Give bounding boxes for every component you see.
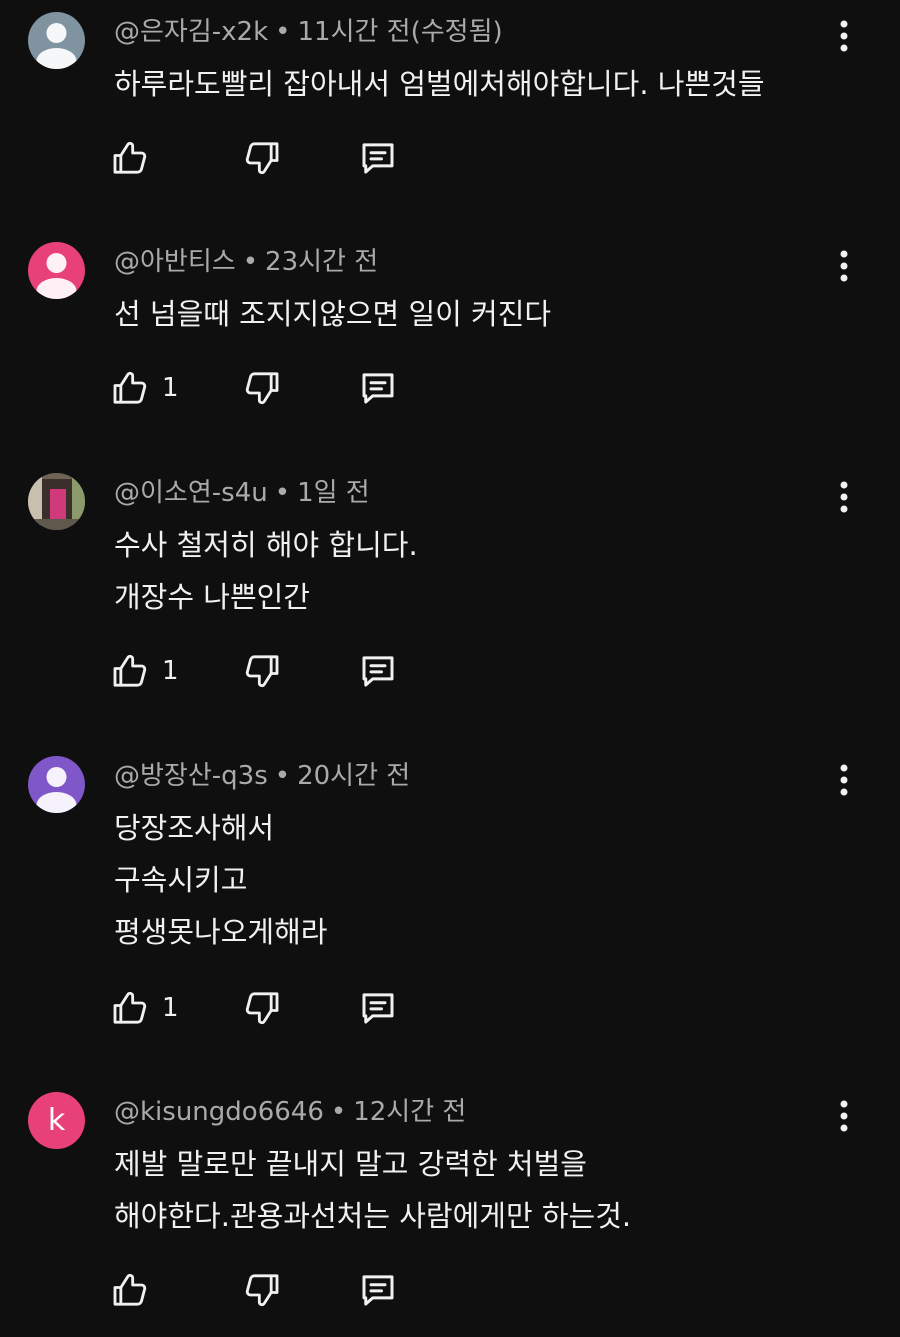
comment-time: 20시간 전 xyxy=(297,761,411,791)
more-options-button[interactable] xyxy=(828,760,860,800)
comment-meta: @방장산-q3s • 20시간 전 xyxy=(114,756,410,796)
like-count: 1 xyxy=(162,656,179,686)
thumb-down-icon xyxy=(245,372,279,405)
thumb-up-icon xyxy=(113,371,147,404)
comment-author[interactable]: @은자김-x2k xyxy=(114,17,268,47)
comment-reply-icon xyxy=(362,373,394,404)
comment-line: 수사 철저히 해야 합니다. xyxy=(114,528,418,562)
comment-text: 제발 말로만 끝내지 말고 강력한 처벌을 해야한다.관용과선처는 사람에게만 … xyxy=(114,1138,631,1242)
thumb-up-icon xyxy=(113,1273,147,1306)
comment-time: 23시간 전 xyxy=(265,247,379,277)
more-vertical-icon xyxy=(840,764,848,796)
comment-reply-icon xyxy=(362,993,394,1024)
avatar[interactable] xyxy=(28,473,85,530)
meta-separator: • xyxy=(275,17,291,47)
comment-text: 선 넘을때 조지지않으면 일이 커진다 xyxy=(114,288,551,340)
more-options-button[interactable] xyxy=(828,16,860,56)
comment-line: 당장조사해서 xyxy=(114,811,275,845)
comment-author[interactable]: @이소연-s4u xyxy=(114,478,268,508)
more-vertical-icon xyxy=(840,1100,848,1132)
like-button[interactable]: 1 xyxy=(110,364,179,412)
comment-time: 11시간 전(수정됨) xyxy=(297,17,503,47)
thumb-down-icon xyxy=(245,992,279,1025)
comment-line: 선 넘을때 조지지않으면 일이 커진다 xyxy=(114,297,552,331)
meta-separator: • xyxy=(330,1097,347,1127)
like-button[interactable]: 1 xyxy=(110,984,179,1032)
comment-line: 평생못나오게해라 xyxy=(114,915,328,949)
comment-text: 당장조사해서 구속시키고 평생못나오게해라 xyxy=(114,802,327,958)
comment-meta: @아반티스 • 23시간 전 xyxy=(114,242,378,282)
profile-photo-icon xyxy=(28,473,85,530)
meta-separator: • xyxy=(242,247,259,277)
comment-line: 제발 말로만 끝내지 말고 강력한 처벌을 xyxy=(114,1147,587,1181)
dislike-button[interactable] xyxy=(242,647,282,695)
person-icon xyxy=(36,253,77,299)
comment-reply-icon xyxy=(362,1275,394,1306)
comment-time: 12시간 전 xyxy=(353,1097,467,1127)
comment-author[interactable]: @아반티스 xyxy=(114,247,236,277)
avatar[interactable] xyxy=(28,12,85,69)
avatar[interactable] xyxy=(28,756,85,813)
comment-text: 하루라도빨리 잡아내서 엄벌에처해야합니다. 나쁜것들 xyxy=(114,58,765,110)
comment-reply-icon xyxy=(362,656,394,687)
thumb-down-icon xyxy=(245,142,279,175)
reply-button[interactable] xyxy=(357,984,399,1032)
thumb-down-icon xyxy=(245,655,279,688)
like-button[interactable] xyxy=(110,1266,162,1314)
comment-line: 구속시키고 xyxy=(114,863,248,897)
meta-separator: • xyxy=(274,478,291,508)
thumb-up-icon xyxy=(113,991,147,1024)
dislike-button[interactable] xyxy=(242,1266,282,1314)
more-options-button[interactable] xyxy=(828,1096,860,1136)
reply-button[interactable] xyxy=(357,134,399,182)
comment-author[interactable]: @방장산-q3s xyxy=(114,761,268,791)
comment-meta: @이소연-s4u • 1일 전 xyxy=(114,473,370,513)
thumb-up-icon xyxy=(113,654,147,687)
avatar-letter: k xyxy=(47,1103,66,1138)
avatar[interactable]: k xyxy=(28,1092,85,1149)
meta-separator: • xyxy=(274,761,291,791)
like-button[interactable]: 1 xyxy=(110,647,179,695)
thumb-up-icon xyxy=(113,141,147,174)
person-icon xyxy=(36,767,77,813)
thumb-down-icon xyxy=(245,1274,279,1307)
like-button[interactable] xyxy=(110,134,162,182)
reply-button[interactable] xyxy=(357,1266,399,1314)
dislike-button[interactable] xyxy=(242,364,282,412)
more-vertical-icon xyxy=(840,250,848,282)
person-icon xyxy=(36,23,77,69)
comment-line: 해야한다.관용과선처는 사람에게만 하는것. xyxy=(114,1199,632,1233)
reply-button[interactable] xyxy=(357,647,399,695)
more-vertical-icon xyxy=(840,20,848,52)
comment-line: 하루라도빨리 잡아내서 엄벌에처해야합니다. 나쁜것들 xyxy=(114,67,765,101)
more-vertical-icon xyxy=(840,481,848,513)
more-options-button[interactable] xyxy=(828,477,860,517)
comment-reply-icon xyxy=(362,143,394,174)
like-count: 1 xyxy=(162,373,179,403)
comment-list: @은자김-x2k • 11시간 전(수정됨) 하루라도빨리 잡아내서 엄벌에처해야합… xyxy=(0,0,900,1337)
like-count: 1 xyxy=(162,993,179,1023)
more-options-button[interactable] xyxy=(828,246,860,286)
comment-time: 1일 전 xyxy=(297,478,370,508)
comment-author[interactable]: @kisungdo6646 xyxy=(114,1097,324,1127)
comment-meta: @kisungdo6646 • 12시간 전 xyxy=(114,1092,466,1132)
dislike-button[interactable] xyxy=(242,984,282,1032)
comment-text: 수사 철저히 해야 합니다. 개장수 나쁜인간 xyxy=(114,519,418,623)
avatar[interactable] xyxy=(28,242,85,299)
comment-line: 개장수 나쁜인간 xyxy=(114,580,310,614)
dislike-button[interactable] xyxy=(242,134,282,182)
comment-meta: @은자김-x2k • 11시간 전(수정됨) xyxy=(114,12,503,52)
reply-button[interactable] xyxy=(357,364,399,412)
